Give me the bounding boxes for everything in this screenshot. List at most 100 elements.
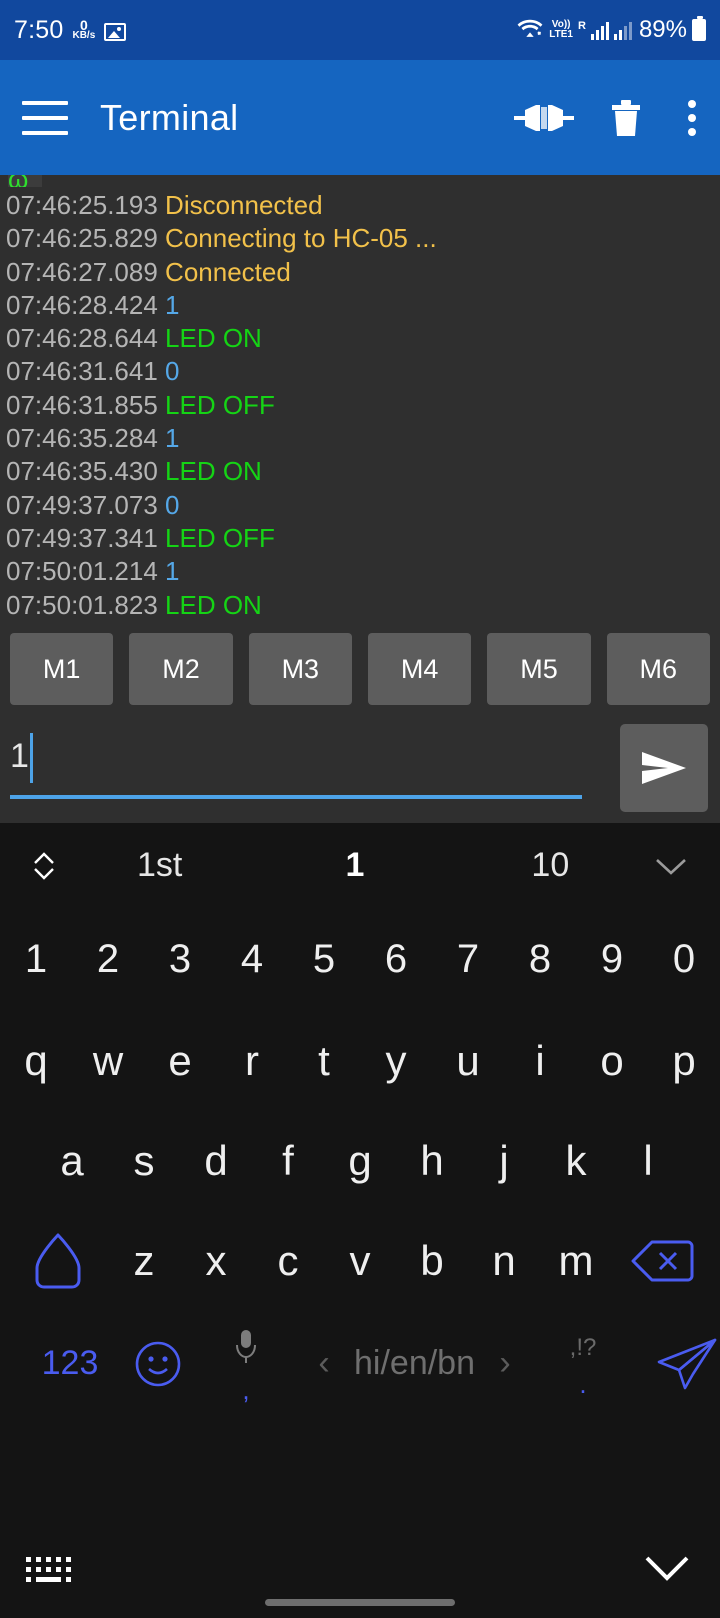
terminal-log-line: 07:46:25.193 Disconnected [6, 189, 714, 222]
send-button[interactable] [620, 724, 708, 812]
app-bar-actions [514, 96, 698, 140]
chevron-left-icon[interactable]: ‹ [294, 1344, 354, 1383]
keyboard-row-bottom: 123 , ‹ hi/en/bn › ,!? . [0, 1311, 720, 1416]
suggestion-0[interactable]: 1st [62, 846, 257, 885]
key-y[interactable]: y [360, 1011, 432, 1111]
terminal-log-line: 07:49:37.341 LED OFF [6, 522, 714, 555]
key-z[interactable]: z [108, 1237, 180, 1285]
chevron-right-icon[interactable]: › [475, 1344, 535, 1383]
key-1[interactable]: 1 [0, 908, 72, 1011]
key-e[interactable]: e [144, 1011, 216, 1111]
log-message: Connecting to HC-05 ... [157, 223, 437, 254]
trash-icon[interactable] [610, 98, 642, 138]
key-t[interactable]: t [288, 1011, 360, 1111]
log-timestamp: 07:46:35.284 [6, 423, 158, 454]
key-0[interactable]: 0 [648, 908, 720, 1011]
key-m[interactable]: m [540, 1237, 612, 1285]
microphone-key[interactable]: , [198, 1328, 294, 1403]
key-r[interactable]: r [216, 1011, 288, 1111]
connector-plug-icon[interactable] [514, 101, 574, 135]
macro-button-m5[interactable]: M5 [487, 633, 591, 705]
key-j[interactable]: j [468, 1111, 540, 1211]
terminal-log-line: 07:46:35.284 1 [6, 422, 714, 455]
hamburger-menu-icon[interactable] [22, 100, 68, 135]
terminal-log-line: 07:46:35.430 LED ON [6, 455, 714, 488]
status-bar: 7:50 0 KB/s Vo)) LTE1 R 89% [0, 0, 720, 60]
backspace-icon[interactable] [612, 1237, 712, 1285]
macro-button-m2[interactable]: M2 [129, 633, 233, 705]
emoji-smiley-icon[interactable] [118, 1339, 198, 1389]
status-clock: 7:50 [14, 15, 64, 44]
key-n[interactable]: n [468, 1237, 540, 1285]
key-k[interactable]: k [540, 1111, 612, 1211]
suggestion-1[interactable]: 1 [257, 846, 452, 885]
key-5[interactable]: 5 [288, 908, 360, 1011]
key-b[interactable]: b [396, 1237, 468, 1285]
log-message: LED OFF [157, 522, 275, 553]
numeric-mode-key[interactable]: 123 [22, 1344, 118, 1383]
log-timestamp: 07:46:28.424 [6, 289, 158, 320]
log-message: 1 [157, 556, 180, 587]
key-l[interactable]: l [612, 1111, 684, 1211]
key-p[interactable]: p [648, 1011, 720, 1111]
expand-collapse-icon[interactable] [26, 850, 62, 882]
battery-icon [692, 16, 706, 41]
key-c[interactable]: c [252, 1237, 324, 1285]
macro-button-m4[interactable]: M4 [367, 633, 472, 705]
log-message: 0 [157, 489, 180, 520]
key-s[interactable]: s [108, 1111, 180, 1211]
log-timestamp: 07:46:25.829 [6, 223, 158, 254]
keyboard-row-zxcv: zxcvbnm [0, 1211, 720, 1311]
key-f[interactable]: f [252, 1111, 324, 1211]
macro-button-m1[interactable]: M1 [10, 633, 114, 705]
input-underline [10, 795, 582, 799]
suggestion-2[interactable]: 10 [453, 846, 648, 885]
key-u[interactable]: u [432, 1011, 504, 1111]
key-9[interactable]: 9 [576, 908, 648, 1011]
key-4[interactable]: 4 [216, 908, 288, 1011]
terminal-log-line: 07:50:01.214 1 [6, 555, 714, 588]
network-speed-indicator: 0 KB/s [72, 18, 95, 43]
send-input[interactable]: 1 [10, 725, 33, 783]
key-w[interactable]: w [72, 1011, 144, 1111]
terminal-log-line: 07:46:27.089 Connected [6, 256, 714, 289]
battery-percent: 89% [638, 16, 687, 43]
key-v[interactable]: v [324, 1237, 396, 1285]
status-bar-right: Vo)) LTE1 R 89% [516, 16, 706, 44]
key-h[interactable]: h [396, 1111, 468, 1211]
log-message: Connected [157, 256, 291, 287]
key-d[interactable]: d [180, 1111, 252, 1211]
chevron-down-hide-icon[interactable] [640, 1550, 694, 1589]
key-7[interactable]: 7 [432, 908, 504, 1011]
key-i[interactable]: i [504, 1011, 576, 1111]
macro-button-m3[interactable]: M3 [248, 633, 352, 705]
chevron-down-icon[interactable] [648, 854, 694, 878]
log-timestamp: 07:46:35.430 [6, 456, 158, 487]
keyboard-switch-icon[interactable] [26, 1556, 71, 1582]
log-timestamp: 07:46:27.089 [6, 256, 158, 287]
key-x[interactable]: x [180, 1237, 252, 1285]
terminal-log-line: 07:49:37.073 0 [6, 489, 714, 522]
shift-key-icon[interactable] [8, 1230, 108, 1292]
terminal-log-line: 07:46:28.644 LED ON [6, 322, 714, 355]
home-indicator-bar[interactable] [265, 1599, 455, 1606]
terminal-output[interactable]: ω 07:46:25.193 Disconnected07:46:25.829 … [0, 175, 720, 625]
app-bar: Terminal [0, 60, 720, 175]
more-vertical-icon[interactable] [678, 96, 698, 140]
macro-button-m6[interactable]: M6 [606, 633, 710, 705]
punctuation-key[interactable]: ,!? . [535, 1336, 631, 1399]
paper-plane-send-icon[interactable] [631, 1334, 720, 1394]
space-key[interactable]: hi/en/bn [354, 1344, 475, 1383]
key-3[interactable]: 3 [144, 908, 216, 1011]
key-a[interactable]: a [36, 1111, 108, 1211]
terminal-log-line: 07:46:28.424 1 [6, 289, 714, 322]
key-q[interactable]: q [0, 1011, 72, 1111]
key-8[interactable]: 8 [504, 908, 576, 1011]
key-6[interactable]: 6 [360, 908, 432, 1011]
key-o[interactable]: o [576, 1011, 648, 1111]
key-g[interactable]: g [324, 1111, 396, 1211]
send-input-wrapper[interactable]: 1 [10, 725, 606, 811]
key-2[interactable]: 2 [72, 908, 144, 1011]
period-sub-label: . [579, 1369, 587, 1399]
status-bar-left: 7:50 0 KB/s [14, 15, 127, 44]
